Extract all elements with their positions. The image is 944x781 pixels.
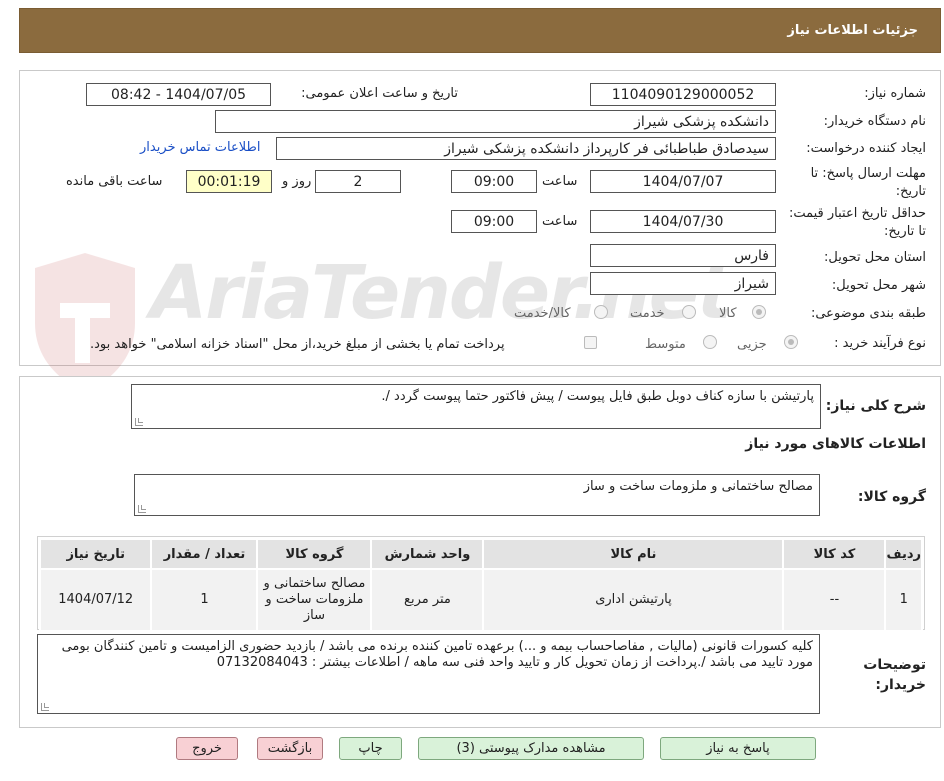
remaining-time-field: 00:01:19 (186, 170, 272, 193)
process-minor-label: جزیی (737, 337, 767, 352)
contact-buyer-link[interactable]: اطلاعات تماس خریدار (140, 140, 260, 155)
category-goods-label: کالا (719, 306, 737, 321)
col-name-header: نام کالا (482, 538, 785, 570)
buyer-notes-label: توضیحات خریدار: (863, 657, 926, 693)
print-button[interactable]: چاپ (339, 737, 402, 760)
remaining-time-label: ساعت باقی مانده (66, 174, 163, 189)
announce-field: 1404/07/05 - 08:42 (86, 83, 271, 106)
deadline-label: مهلت ارسال پاسخ: تا تاریخ: (810, 166, 926, 199)
cell-name: پارتیشن اداری (482, 568, 785, 632)
category-service-radio[interactable] (682, 305, 696, 319)
cell-code: -- (782, 568, 887, 632)
announce-label: تاریخ و ساعت اعلان عمومی: (301, 86, 458, 101)
need-number-field: 1104090129000052 (590, 83, 776, 106)
category-goods-service-label: کالا/خدمت (514, 306, 571, 321)
need-number-label: شماره نیاز: (864, 86, 926, 101)
creator-label: ایجاد کننده درخواست: (806, 141, 926, 156)
items-table: ردیف کد کالا نام کالا واحد شمارش گروه کا… (38, 538, 923, 632)
process-medium-radio[interactable] (703, 335, 717, 349)
col-date-header: تاریخ نیاز (38, 538, 153, 570)
deadline-time-label: ساعت (542, 174, 578, 189)
description-textarea[interactable]: پارتیشن با سازه کناف دوبل طبق فایل پیوست… (131, 384, 821, 429)
goods-group-textarea[interactable]: مصالح ساختمانی و ملزومات ساخت و ساز (134, 474, 820, 516)
col-code-header: کد کالا (782, 538, 887, 570)
creator-field: سیدصادق طباطبائی فر کارپرداز دانشکده پزش… (276, 137, 776, 160)
deadline-date-field: 1404/07/07 (590, 170, 776, 193)
description-label: شرح کلی نیاز: (825, 398, 926, 414)
resize-handle-icon[interactable] (138, 505, 146, 513)
cell-date: 1404/07/12 (38, 568, 153, 632)
treasury-payment-note: پرداخت تمام یا بخشی از مبلغ خرید،از محل … (90, 337, 505, 352)
table-row: 1 -- پارتیشن اداری متر مربع مصالح ساختما… (38, 568, 923, 632)
days-field: 2 (315, 170, 401, 193)
category-label: طبقه بندی موضوعی: (810, 306, 926, 321)
province-field: فارس (590, 244, 776, 267)
goods-group-label: گروه کالا: (857, 489, 926, 505)
buyer-org-field: دانشکده پزشکی شیراز (215, 110, 776, 133)
col-group-header: گروه کالا (256, 538, 373, 570)
treasury-payment-checkbox[interactable] (584, 336, 597, 349)
cell-unit: متر مربع (370, 568, 485, 632)
page-header: جزئیات اطلاعات نیاز (19, 8, 941, 53)
validity-time-label: ساعت (542, 214, 578, 229)
validity-time-field: 09:00 (451, 210, 537, 233)
exit-button[interactable]: خروج (176, 737, 238, 760)
category-goods-radio[interactable] (752, 305, 766, 319)
reply-button[interactable]: پاسخ به نیاز (660, 737, 816, 760)
deadline-time-field: 09:00 (451, 170, 537, 193)
city-label: شهر محل تحویل: (831, 278, 926, 293)
category-service-label: خدمت (630, 306, 665, 321)
page-title: جزئیات اطلاعات نیاز (787, 23, 918, 38)
buyer-notes-text: کلیه کسورات قانونی (مالیات , مفاصاحساب ب… (61, 639, 813, 670)
goods-section-title: اطلاعات کالاهای مورد نیاز (745, 436, 926, 452)
days-label: روز و (282, 174, 312, 189)
cell-qty: 1 (150, 568, 259, 632)
cell-group: مصالح ساختمانی و ملزومات ساخت و ساز (256, 568, 373, 632)
province-label: استان محل تحویل: (824, 250, 926, 265)
table-header-row: ردیف کد کالا نام کالا واحد شمارش گروه کا… (38, 538, 923, 570)
buyer-notes-textarea[interactable]: کلیه کسورات قانونی (مالیات , مفاصاحساب ب… (37, 634, 820, 714)
process-medium-label: متوسط (645, 337, 686, 352)
view-attachments-button[interactable]: مشاهده مدارک پیوستی (3) (418, 737, 644, 760)
cell-row: 1 (884, 568, 923, 632)
col-qty-header: تعداد / مقدار (150, 538, 259, 570)
col-unit-header: واحد شمارش (370, 538, 485, 570)
process-minor-radio[interactable] (784, 335, 798, 349)
col-row-header: ردیف (884, 538, 923, 570)
back-button[interactable]: بازگشت (257, 737, 323, 760)
description-text: پارتیشن با سازه کناف دوبل طبق فایل پیوست… (381, 389, 814, 404)
validity-date-field: 1404/07/30 (590, 210, 776, 233)
city-field: شیراز (590, 272, 776, 295)
resize-handle-icon[interactable] (41, 703, 49, 711)
category-goods-service-radio[interactable] (594, 305, 608, 319)
goods-group-text: مصالح ساختمانی و ملزومات ساخت و ساز (583, 479, 813, 494)
process-type-label: نوع فرآیند خرید : (834, 336, 926, 351)
buyer-org-label: نام دستگاه خریدار: (823, 114, 926, 129)
validity-label: حداقل تاریخ اعتبار قیمت: تا تاریخ: (788, 206, 926, 239)
resize-handle-icon[interactable] (135, 418, 143, 426)
